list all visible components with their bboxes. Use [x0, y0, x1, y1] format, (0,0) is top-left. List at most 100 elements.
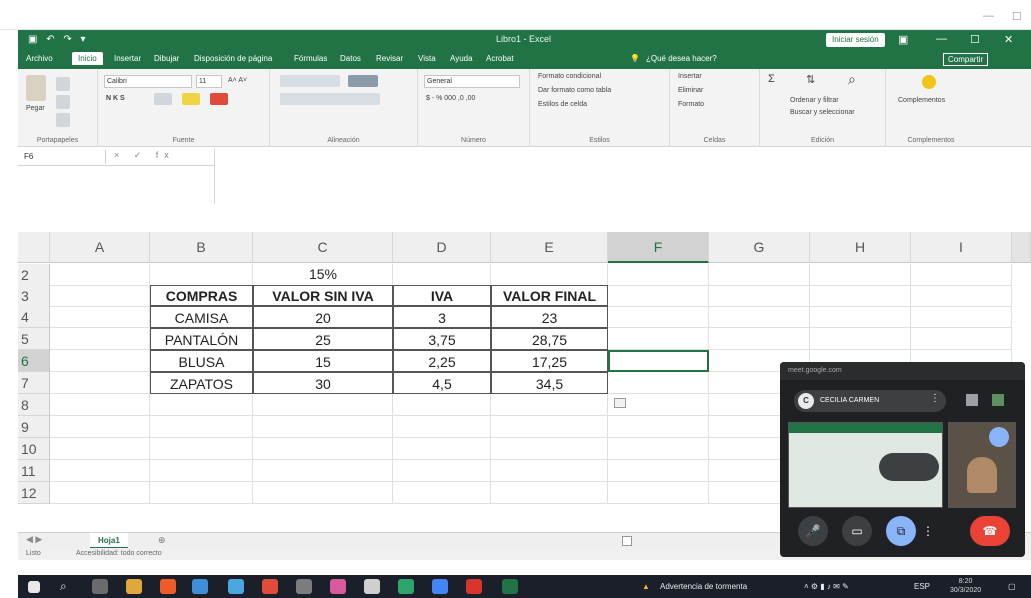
- grid-cell[interactable]: [50, 306, 150, 328]
- table-header-iva[interactable]: IVA: [393, 285, 491, 306]
- grid-cell[interactable]: [491, 416, 608, 438]
- grid-cell[interactable]: [50, 285, 150, 307]
- table-cell[interactable]: 2,25: [393, 350, 491, 372]
- column-header-e[interactable]: E: [491, 232, 608, 263]
- system-tray-icons[interactable]: ˄ ⚙ ▮ ♪ ✉ ✎: [804, 582, 849, 591]
- grid-cell[interactable]: [491, 264, 608, 286]
- column-header-f[interactable]: F: [608, 232, 709, 263]
- row-header[interactable]: 9: [18, 416, 50, 438]
- grid-cell[interactable]: [911, 306, 1012, 328]
- column-header-c[interactable]: C: [253, 232, 393, 263]
- more-options-icon[interactable]: ⋮: [930, 393, 940, 404]
- maximize-icon[interactable]: ☐: [1012, 10, 1022, 23]
- grid-cell[interactable]: [253, 460, 393, 482]
- app-icon-light[interactable]: [364, 579, 380, 594]
- grid-cell[interactable]: [608, 416, 709, 438]
- grid-cell[interactable]: [150, 264, 253, 286]
- table-header-compras[interactable]: COMPRAS: [150, 285, 253, 306]
- table-cell[interactable]: 30: [253, 372, 393, 394]
- quick-access-toolbar[interactable]: ▣ ↶ ↷ ▾: [28, 34, 89, 45]
- grid-cell[interactable]: [50, 394, 150, 416]
- table-cell[interactable]: 25: [253, 328, 393, 350]
- grid-cell[interactable]: [50, 264, 150, 286]
- language-indicator[interactable]: ESP: [914, 582, 930, 591]
- activities-icon[interactable]: [992, 394, 1004, 406]
- quick-analysis-icon[interactable]: [614, 398, 626, 408]
- format-painter-icon[interactable]: [56, 113, 70, 127]
- table-cell[interactable]: 3: [393, 306, 491, 328]
- tab-acrobat[interactable]: Acrobat: [486, 54, 514, 63]
- table-cell[interactable]: 28,75: [491, 328, 608, 350]
- grid-cell[interactable]: [810, 285, 911, 307]
- font-color-icon[interactable]: [210, 93, 228, 105]
- tab-vista[interactable]: Vista: [418, 54, 436, 63]
- grid-cell[interactable]: [491, 460, 608, 482]
- copy-icon[interactable]: [56, 95, 70, 109]
- row-header[interactable]: 8: [18, 394, 50, 416]
- column-header-g[interactable]: G: [709, 232, 810, 263]
- grid-cell[interactable]: [608, 306, 709, 328]
- grid-cell[interactable]: [150, 416, 253, 438]
- grid-cell[interactable]: [709, 328, 810, 350]
- grid-cell[interactable]: [150, 438, 253, 460]
- tab-dibujar[interactable]: Dibujar: [154, 54, 179, 63]
- grid-cell[interactable]: [810, 264, 911, 286]
- minimize-icon[interactable]: —: [983, 10, 994, 22]
- task-view-icon[interactable]: [92, 579, 108, 594]
- name-box[interactable]: F6: [22, 150, 106, 164]
- align-horizontal-icons[interactable]: [280, 93, 380, 105]
- tab-insertar[interactable]: Insertar: [114, 54, 141, 63]
- formula-input[interactable]: [214, 148, 1031, 204]
- row-header[interactable]: 12: [18, 482, 50, 504]
- more-actions-icon[interactable]: ⋮: [920, 516, 936, 546]
- table-header-valor-sin-iva[interactable]: VALOR SIN IVA: [253, 285, 393, 306]
- tab-ayuda[interactable]: Ayuda: [450, 54, 473, 63]
- grid-cell[interactable]: [50, 482, 150, 504]
- sort-filter-button[interactable]: Ordenar y filtrar: [790, 97, 839, 104]
- participant-chip[interactable]: CECILIA CARMEN: [794, 390, 946, 412]
- table-cell[interactable]: CAMISA: [150, 306, 253, 328]
- grid-cell[interactable]: [150, 460, 253, 482]
- cut-icon[interactable]: [56, 77, 70, 91]
- sign-in-button[interactable]: Iniciar sesión: [826, 33, 885, 47]
- row-header[interactable]: 11: [18, 460, 50, 482]
- sheet-tab-hoja1[interactable]: Hoja1: [90, 533, 128, 549]
- select-all-corner[interactable]: [18, 232, 50, 263]
- font-grow-icon[interactable]: A˄ A˅: [228, 77, 247, 84]
- camera-button[interactable]: ▭: [842, 516, 872, 546]
- grid-cell[interactable]: [50, 328, 150, 350]
- app-icon-red-2[interactable]: [466, 579, 482, 594]
- row-header[interactable]: 7: [18, 372, 50, 394]
- table-cell[interactable]: 4,5: [393, 372, 491, 394]
- window-close-icon[interactable]: ✕: [1004, 33, 1013, 46]
- sort-filter-icon[interactable]: ⇅: [806, 73, 815, 86]
- app-icon-blue[interactable]: [228, 579, 244, 594]
- row-header[interactable]: 4: [18, 306, 50, 328]
- grid-cell[interactable]: [253, 394, 393, 416]
- column-header-b[interactable]: B: [150, 232, 253, 263]
- addins-icon[interactable]: [922, 75, 936, 89]
- share-button[interactable]: Compartir: [943, 53, 989, 66]
- cell-styles-button[interactable]: Estilos de celda: [538, 101, 587, 108]
- tab-disposicion[interactable]: Disposición de página: [194, 54, 272, 63]
- row-header[interactable]: 2: [18, 264, 50, 286]
- microphone-button[interactable]: 🎤: [798, 516, 828, 546]
- grid-cell[interactable]: [608, 372, 709, 394]
- table-cell[interactable]: ZAPATOS: [150, 372, 253, 394]
- grid-cell[interactable]: [608, 438, 709, 460]
- grid-cell[interactable]: [911, 285, 1012, 307]
- insert-cells-button[interactable]: Insertar: [678, 73, 702, 80]
- ribbon-display-icon[interactable]: ▣: [898, 33, 908, 46]
- grid-cell[interactable]: [709, 285, 810, 307]
- firefox-icon[interactable]: [160, 579, 176, 594]
- grid-cell[interactable]: [608, 264, 709, 286]
- paste-label[interactable]: Pegar: [26, 105, 45, 112]
- grid-cell[interactable]: [150, 394, 253, 416]
- weather-warning-text[interactable]: Advertencia de tormenta: [660, 582, 747, 591]
- grid-cell[interactable]: [810, 306, 911, 328]
- windows-start-icon[interactable]: [28, 581, 40, 593]
- vertical-scrollbar[interactable]: [1012, 232, 1031, 263]
- row-header[interactable]: 5: [18, 328, 50, 350]
- notifications-icon[interactable]: ▢: [1008, 582, 1016, 591]
- percent-cell[interactable]: 15%: [253, 264, 393, 285]
